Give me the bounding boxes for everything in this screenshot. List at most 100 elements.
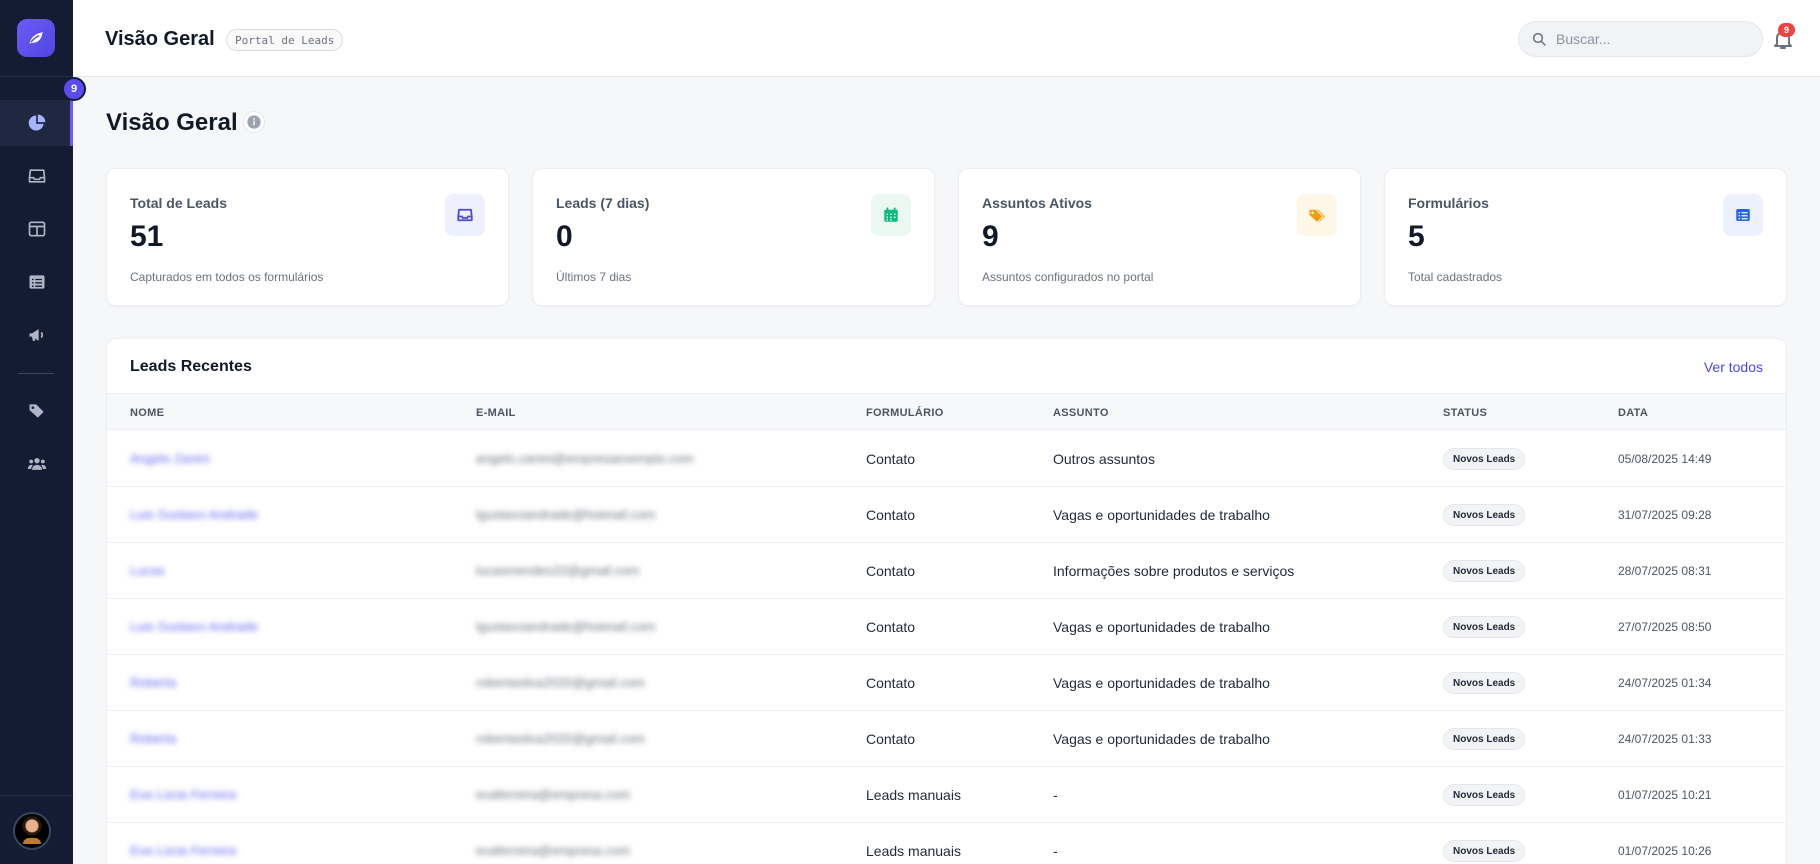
lead-email: robertasilva2020@gmail.com xyxy=(476,675,645,690)
table-row[interactable]: Angelo Zanini angelo.zanini@empresaexempl… xyxy=(107,431,1786,487)
lead-subject: Vagas e oportunidades de trabalho xyxy=(1053,675,1270,691)
lead-name-link[interactable]: Lucas xyxy=(130,563,165,578)
lead-email: lucasmendes22@gmail.com xyxy=(476,563,640,578)
table-row[interactable]: Luis Gustavo Andrade lgustavoandrade@hotm… xyxy=(107,599,1786,655)
status-badge: Novos Leads xyxy=(1443,616,1526,638)
search-input[interactable] xyxy=(1556,31,1746,47)
lead-name-link[interactable]: Angelo Zanini xyxy=(130,451,210,466)
info-icon[interactable] xyxy=(243,111,265,133)
app-logo[interactable] xyxy=(17,19,55,57)
lead-form: Leads manuais xyxy=(866,843,961,859)
stat-value: 51 xyxy=(130,220,164,253)
lead-email: evaferreira@empresa.com xyxy=(476,843,631,858)
column-header-status[interactable]: STATUS xyxy=(1443,407,1487,419)
lead-email: robertasilva2020@gmail.com xyxy=(476,731,645,746)
lead-form: Contato xyxy=(866,675,916,691)
stat-value: 5 xyxy=(1408,220,1425,253)
lead-name-link[interactable]: Luis Gustavo Andrade xyxy=(130,619,258,634)
see-all-link[interactable]: Ver todos xyxy=(1704,359,1763,375)
leaf-icon xyxy=(29,32,43,44)
status-badge: Novos Leads xyxy=(1443,784,1526,806)
lead-name-link[interactable]: Eva Lúcia Ferreira xyxy=(130,787,236,802)
lead-date: 27/07/2025 08:50 xyxy=(1618,620,1712,634)
sidebar-divider xyxy=(0,76,73,77)
status-badge: Novos Leads xyxy=(1443,560,1526,582)
lead-name-link[interactable]: Roberta xyxy=(130,731,176,746)
status-badge: Novos Leads xyxy=(1443,448,1526,470)
table-row[interactable]: Roberta robertasilva2020@gmail.com Contato… xyxy=(107,711,1786,767)
lead-email: evaferreira@empresa.com xyxy=(476,787,631,802)
list-icon xyxy=(1723,194,1763,236)
lead-email: lgustavoandrade@hotmail.com xyxy=(476,619,656,634)
status-badge: Novos Leads xyxy=(1443,504,1526,526)
lead-form: Leads manuais xyxy=(866,787,961,803)
sidebar-item-dashboard[interactable] xyxy=(0,100,73,146)
lead-name-link[interactable]: Luis Gustavo Andrade xyxy=(130,507,258,522)
sidebar-item-leads[interactable] xyxy=(0,153,73,199)
stat-label: Leads (7 dias) xyxy=(556,195,650,211)
lead-name-link[interactable]: Eva Lúcia Ferreira xyxy=(130,843,236,858)
column-header-form[interactable]: FORMULÁRIO xyxy=(866,407,944,419)
lead-date: 05/08/2025 14:49 xyxy=(1618,452,1712,466)
sidebar-item-forms[interactable] xyxy=(0,259,73,305)
portal-chip: Portal de Leads xyxy=(226,29,344,51)
table-row[interactable]: Luis Gustavo Andrade lgustavoandrade@hotm… xyxy=(107,487,1786,543)
stat-description: Assuntos configurados no portal xyxy=(982,270,1154,284)
table-row[interactable]: Lucas lucasmendes22@gmail.com Contato Infor… xyxy=(107,543,1786,599)
header-title: Visão Geral xyxy=(105,28,215,50)
megaphone-icon xyxy=(29,329,43,341)
inbox-icon xyxy=(28,169,45,183)
stat-value: 9 xyxy=(982,220,999,253)
users-icon xyxy=(27,458,46,470)
table-row[interactable]: Eva Lúcia Ferreira evaferreira@empresa.co… xyxy=(107,823,1786,864)
stat-card-forms: Formulários 5 Total cadastrados xyxy=(1384,168,1787,306)
lead-date: 01/07/2025 10:26 xyxy=(1618,844,1712,858)
sidebar-item-pages[interactable] xyxy=(0,206,73,252)
stat-label: Total de Leads xyxy=(130,195,227,211)
calendar-icon xyxy=(871,194,911,236)
column-header-date[interactable]: DATA xyxy=(1618,407,1648,419)
lead-email: lgustavoandrade@hotmail.com xyxy=(476,507,656,522)
sidebar-notification-badge: 9 xyxy=(62,77,86,101)
stat-description: Total cadastrados xyxy=(1408,270,1503,284)
lead-date: 24/07/2025 01:33 xyxy=(1618,732,1712,746)
pie-chart-icon xyxy=(28,114,45,131)
lead-subject: - xyxy=(1053,843,1058,859)
user-avatar[interactable] xyxy=(13,812,51,850)
sidebar-divider xyxy=(0,795,73,796)
lead-subject: Vagas e oportunidades de trabalho xyxy=(1053,507,1270,523)
sidebar-item-campaigns[interactable] xyxy=(0,312,73,358)
sidebar-item-subjects[interactable] xyxy=(0,388,73,434)
list-icon xyxy=(29,275,44,289)
stat-card-leads-7-days: Leads (7 dias) 0 Últimos 7 dias xyxy=(532,168,935,306)
page-title: Visão Geral xyxy=(106,109,238,136)
lead-date: 31/07/2025 09:28 xyxy=(1618,508,1712,522)
section-title: Leads Recentes xyxy=(130,358,252,375)
column-header-name[interactable]: NOME xyxy=(130,407,164,419)
lead-form: Contato xyxy=(866,451,916,467)
table-row[interactable]: Roberta robertasilva2020@gmail.com Contato… xyxy=(107,655,1786,711)
sidebar xyxy=(0,0,73,864)
lead-name-link[interactable]: Roberta xyxy=(130,675,176,690)
column-header-subject[interactable]: ASSUNTO xyxy=(1053,407,1109,419)
top-bar: Visão Geral Portal de Leads 9 xyxy=(73,0,1820,77)
stat-description: Últimos 7 dias xyxy=(556,270,632,284)
lead-date: 24/07/2025 01:34 xyxy=(1618,676,1712,690)
sidebar-item-users[interactable] xyxy=(0,441,73,487)
search-box[interactable] xyxy=(1518,21,1763,57)
lead-email: angelo.zanini@empresaexemplo.com xyxy=(476,451,694,466)
lead-subject: Informações sobre produtos e serviços xyxy=(1053,563,1295,579)
lead-subject: Outros assuntos xyxy=(1053,451,1155,467)
column-header-email[interactable]: E-MAIL xyxy=(476,407,516,419)
lead-form: Contato xyxy=(866,563,916,579)
stat-label: Formulários xyxy=(1408,195,1489,211)
notification-count-badge: 9 xyxy=(1778,23,1795,37)
stat-description: Capturados em todos os formulários xyxy=(130,270,324,284)
table-header: NOME E-MAIL FORMULÁRIO ASSUNTO STATUS DA… xyxy=(107,393,1786,430)
search-icon xyxy=(1532,32,1546,46)
tags-icon xyxy=(29,404,44,418)
lead-subject: - xyxy=(1053,787,1058,803)
status-badge: Novos Leads xyxy=(1443,840,1526,862)
table-row[interactable]: Eva Lúcia Ferreira evaferreira@empresa.co… xyxy=(107,767,1786,823)
lead-subject: Vagas e oportunidades de trabalho xyxy=(1053,731,1270,747)
